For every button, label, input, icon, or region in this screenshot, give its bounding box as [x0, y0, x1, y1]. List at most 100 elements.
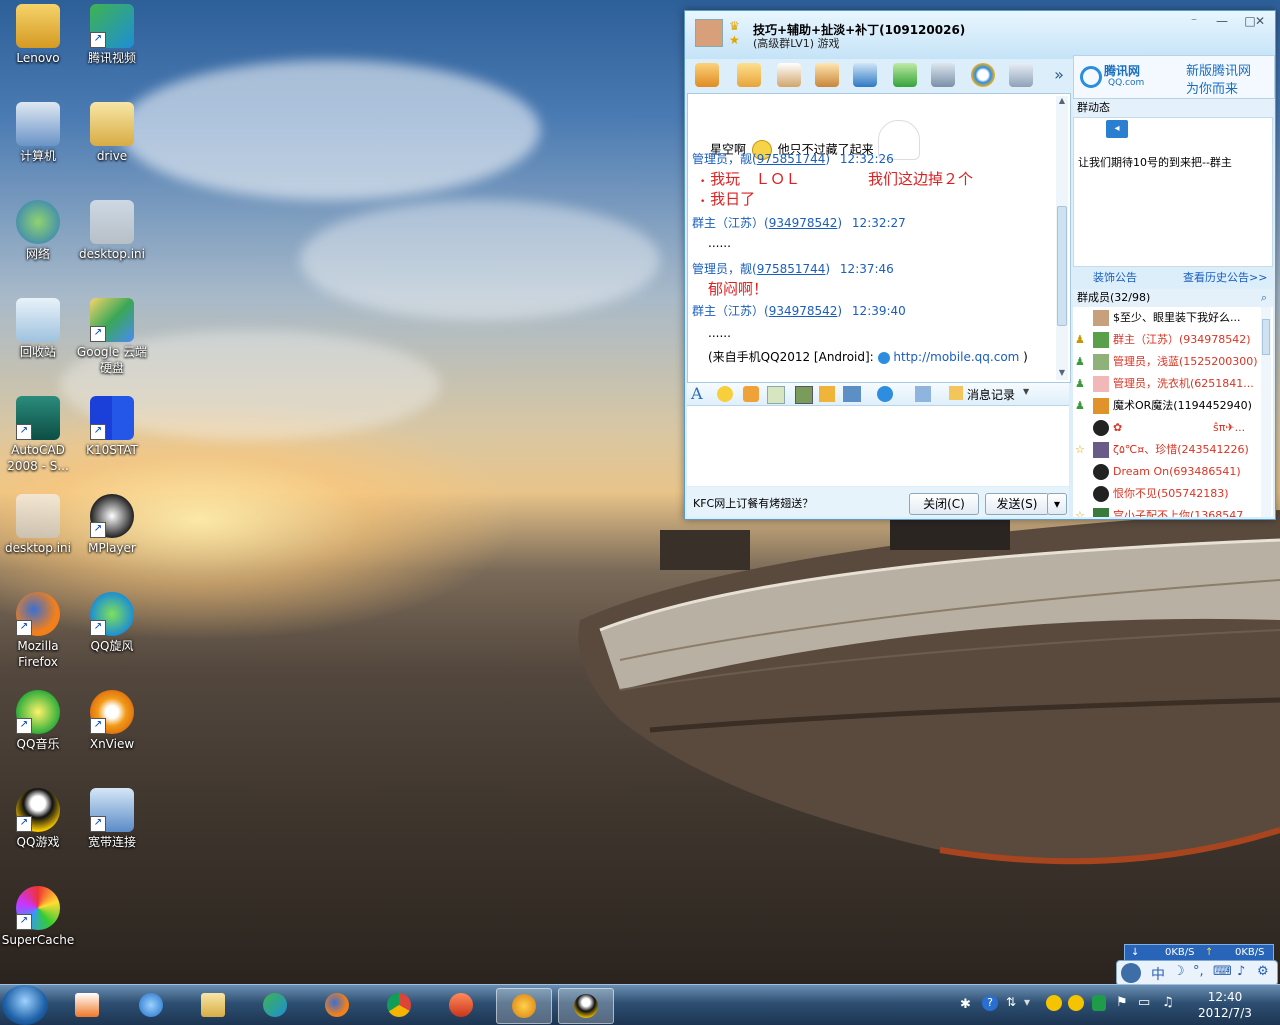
tray-app-icon[interactable]: ✱: [960, 997, 971, 1012]
history-notice-link[interactable]: 查看历史公告>>: [1183, 269, 1267, 285]
list-item[interactable]: ♟ 管理员，浅蓝(1525200300): [1073, 351, 1259, 373]
desktop-icon-drive[interactable]: drive: [74, 102, 150, 164]
start-button[interactable]: [2, 985, 48, 1025]
flag-icon[interactable]: ⚑: [1116, 995, 1128, 1010]
speaker-icon[interactable]: ◂: [1106, 120, 1128, 138]
sender-uid-link[interactable]: 934978542: [769, 304, 838, 318]
desktop-icon-recycle-bin[interactable]: 回收站: [0, 298, 76, 360]
taskbar-firefox[interactable]: [310, 988, 364, 1022]
taskbar-ie[interactable]: [124, 988, 178, 1022]
network-status-icon[interactable]: ⇅: [1006, 995, 1016, 1009]
gear-icon[interactable]: ⚙: [1257, 964, 1269, 979]
moon-icon[interactable]: ☽: [1173, 964, 1185, 979]
desktop-icon-qq-whirlwind[interactable]: ↗ QQ旋风: [74, 592, 150, 654]
picture-icon[interactable]: [815, 63, 839, 87]
list-item[interactable]: ♟ 魔术OR魔法(1194452940): [1073, 395, 1259, 417]
chevron-icon[interactable]: ▾: [1024, 995, 1030, 1009]
list-item[interactable]: ✿ ŝπ✈...: [1073, 417, 1259, 439]
scroll-thumb[interactable]: [1057, 206, 1067, 326]
window-titlebar[interactable]: ♛ ★ 技巧+辅助+扯淡+补丁(109120026) (高级群LV1) 游戏 ⁻…: [685, 11, 1275, 59]
desktop-icon-computer[interactable]: 计算机: [0, 102, 76, 164]
tencent-ad-banner[interactable]: 腾讯网 QQ.com 新版腾讯网 为你而来: [1073, 55, 1275, 99]
bottom-ad-link[interactable]: KFC网上订餐有烤翅送？: [693, 495, 813, 511]
desktop-icon-xnview[interactable]: ↗ XnView: [74, 690, 150, 752]
keyboard-icon[interactable]: ⌨: [1213, 964, 1232, 979]
album-icon[interactable]: [777, 63, 801, 87]
taskbar-info-app[interactable]: [496, 988, 552, 1024]
font-icon[interactable]: A: [691, 384, 703, 403]
members-list[interactable]: $至少、眼里装下我好么... ♟ 群主（江苏）(934978542) ♟ 管理员，浅…: [1073, 307, 1273, 517]
close-button[interactable]: 关闭(C): [909, 493, 979, 515]
group-apps-icon[interactable]: [853, 63, 877, 87]
decor-notice-link[interactable]: 装饰公告: [1093, 269, 1137, 285]
qq-tray-icon[interactable]: [1046, 995, 1062, 1011]
image-icon[interactable]: [795, 386, 813, 404]
close-window-button[interactable]: ✕: [1247, 13, 1273, 29]
message-input[interactable]: [687, 406, 1069, 486]
monitor-icon[interactable]: ▭: [1138, 995, 1150, 1010]
search-icon[interactable]: ⌕: [1261, 289, 1267, 307]
emoji-icon[interactable]: [717, 386, 733, 402]
doodle-icon[interactable]: [767, 386, 785, 404]
desktop-icon-lenovo[interactable]: Lenovo: [0, 4, 76, 66]
taskbar-qq[interactable]: [558, 988, 614, 1024]
sender-uid-link[interactable]: 975851744: [757, 152, 826, 166]
message-history-button[interactable]: 消息记录: [967, 386, 1015, 403]
help-icon[interactable]: ?: [982, 995, 998, 1011]
list-item[interactable]: ♟ 管理员，洗衣机(6251841...: [1073, 373, 1259, 395]
desktop-icon-autocad[interactable]: ↗ AutoCAD 2008 - S...: [0, 396, 76, 474]
desktop-icon-qq-music[interactable]: ↗ QQ音乐: [0, 690, 76, 752]
desktop-icon-tencent-video[interactable]: ↗ 腾讯视频: [74, 4, 150, 66]
ime-toolbar[interactable]: 中 ☽ °, ⌨ ♪ ⚙: [1116, 960, 1278, 986]
scroll-thumb[interactable]: [1262, 319, 1270, 355]
desktop-icon-broadband[interactable]: ↗ 宽带连接: [74, 788, 150, 850]
chevron-down-icon[interactable]: ▼: [1023, 387, 1029, 396]
send-options-chevron-icon[interactable]: ▾: [1047, 493, 1067, 515]
taskbar-video-player[interactable]: [60, 988, 114, 1022]
tools-icon[interactable]: [931, 63, 955, 87]
group-avatar[interactable]: [695, 19, 723, 47]
list-item[interactable]: ☆ ζ۵℃¤、珍惜(243541226): [1073, 439, 1259, 461]
desktop-icon-supercache[interactable]: ↗ SuperCache: [0, 886, 76, 948]
list-item[interactable]: Dream On(693486541): [1073, 461, 1259, 483]
volume-icon[interactable]: ♫: [1162, 995, 1174, 1010]
desktop-icon-desktop-ini-2[interactable]: desktop.ini: [0, 494, 76, 556]
scroll-down-icon[interactable]: ▼: [1057, 368, 1067, 378]
clock[interactable]: 12:40 2012/7/3: [1190, 989, 1260, 1021]
desktop-icon-desktop-ini[interactable]: desktop.ini: [74, 200, 150, 262]
desktop-icon-qq-game[interactable]: ↗ QQ游戏: [0, 788, 76, 850]
taskbar-chrome[interactable]: [372, 988, 426, 1022]
settings-menu-button[interactable]: ⁻: [1181, 13, 1207, 29]
mobile-qq-link[interactable]: http://mobile.qq.com: [893, 350, 1019, 364]
more-icon[interactable]: »: [1047, 63, 1071, 87]
send-button[interactable]: 发送(S): [985, 493, 1049, 515]
magic-emoji-icon[interactable]: [743, 386, 759, 402]
scroll-up-icon[interactable]: ▲: [1057, 96, 1067, 106]
add-icon[interactable]: [893, 63, 917, 87]
gear-icon[interactable]: [1009, 63, 1033, 87]
qq-money-icon[interactable]: [971, 63, 995, 87]
chat-show-icon[interactable]: [915, 386, 931, 402]
folder-share-icon[interactable]: [737, 63, 761, 87]
list-item[interactable]: 恨你不见(505742183): [1073, 483, 1259, 505]
punctuation-icon[interactable]: °,: [1193, 964, 1204, 979]
microphone-icon[interactable]: ♪: [1237, 964, 1245, 979]
security-shield-icon[interactable]: [1092, 995, 1106, 1011]
chat-scrollbar[interactable]: ▲ ▼: [1056, 96, 1068, 380]
sender-uid-link[interactable]: 975851744: [757, 262, 826, 276]
list-item[interactable]: $至少、眼里装下我好么...: [1073, 307, 1259, 329]
screenshot-icon[interactable]: [843, 386, 861, 402]
home-icon[interactable]: [695, 63, 719, 87]
desktop-icon-network[interactable]: 网络: [0, 200, 76, 262]
music-icon[interactable]: [819, 386, 835, 402]
members-scrollbar[interactable]: [1261, 307, 1271, 517]
desktop-icon-mplayer[interactable]: ↗ MPlayer: [74, 494, 150, 556]
list-item[interactable]: ♟ 群主（江苏）(934978542): [1073, 329, 1259, 351]
minimize-button[interactable]: —: [1209, 13, 1235, 29]
sender-uid-link[interactable]: 934978542: [769, 216, 838, 230]
desktop-icon-k10stat[interactable]: ↗ K10STAT: [74, 396, 150, 458]
ime-language[interactable]: 中: [1151, 964, 1165, 984]
qq-pay-icon[interactable]: [877, 386, 893, 402]
desktop-icon-google-drive[interactable]: ↗ Google 云端 硬盘: [74, 298, 150, 376]
taskbar-tencent-video[interactable]: [248, 988, 302, 1022]
